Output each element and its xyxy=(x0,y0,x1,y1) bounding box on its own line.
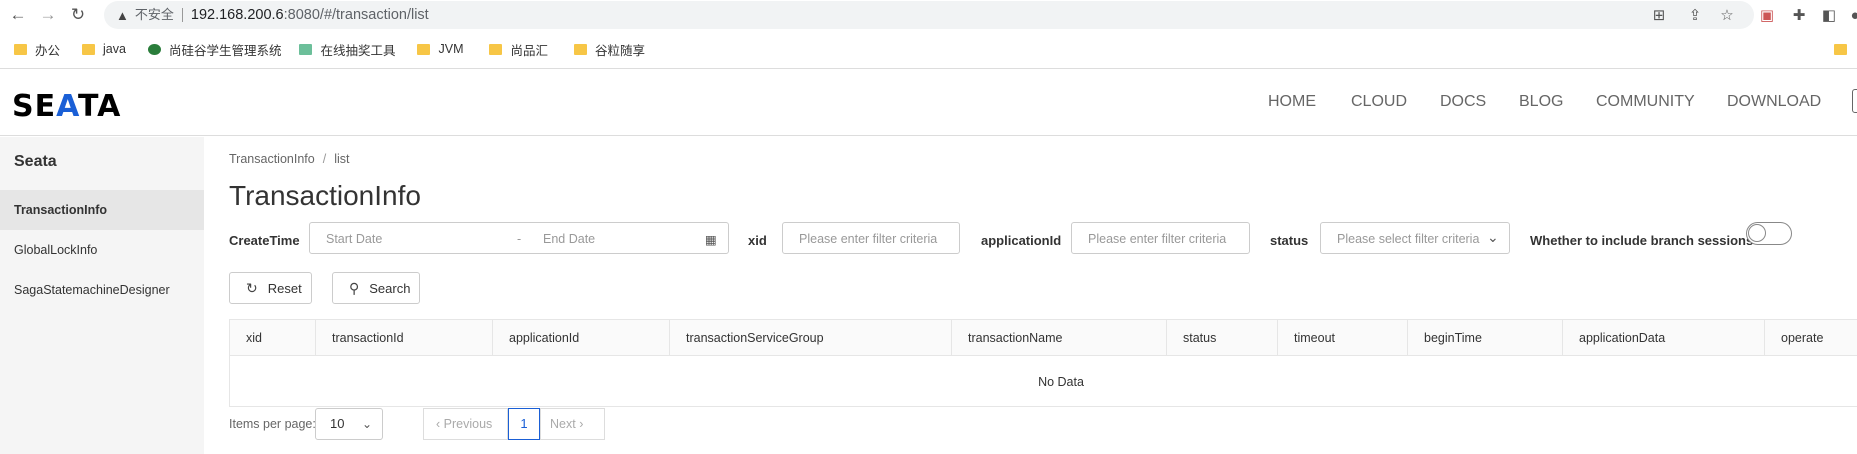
bookmark-folder[interactable]: 尚品汇 xyxy=(489,40,548,59)
folder-icon xyxy=(489,43,503,55)
puzzle-extensions-icon[interactable]: ✚ xyxy=(1788,4,1810,26)
search-icon: ⚲ xyxy=(349,279,360,296)
reset-button[interactable]: ↻ Reset xyxy=(229,272,312,304)
site-favicon-icon xyxy=(147,43,161,55)
bookmark-folder[interactable]: 办公 xyxy=(14,40,60,59)
folder-icon xyxy=(417,43,431,55)
createtime-label: CreateTime xyxy=(229,233,300,248)
breadcrumb-separator: / xyxy=(322,152,327,166)
sidebar-item-globallockinfo[interactable]: GlobalLockInfo xyxy=(0,230,204,270)
bookmark-folder[interactable]: java xyxy=(82,42,126,56)
refresh-icon: ↻ xyxy=(246,279,258,296)
applicationid-label: applicationId xyxy=(981,233,1062,248)
nav-home[interactable]: HOME xyxy=(1268,93,1316,111)
previous-page-button[interactable]: ‹ Previous xyxy=(423,408,508,440)
seata-logo[interactable]: SEATA xyxy=(12,89,121,124)
folder-icon xyxy=(14,43,27,55)
page-1-button[interactable]: 1 xyxy=(508,408,540,440)
nav-blog[interactable]: BLOG xyxy=(1519,93,1563,111)
xid-label: xid xyxy=(748,233,767,248)
folder-icon xyxy=(1834,44,1847,55)
range-separator: - xyxy=(517,232,522,246)
end-date-input[interactable]: End Date xyxy=(543,232,595,246)
breadcrumb: TransactionInfo / list xyxy=(229,152,349,166)
bookmark-star-icon[interactable]: ☆ xyxy=(1716,4,1738,26)
chevron-down-icon: ⌄ xyxy=(361,417,372,431)
start-date-input[interactable]: Start Date xyxy=(326,232,382,246)
column-header-applicationdata: applicationData xyxy=(1562,320,1764,356)
url-path: :8080/#/transaction/list xyxy=(283,7,429,23)
sidebar-title: Seata xyxy=(14,153,57,170)
nav-docs[interactable]: DOCS xyxy=(1440,93,1486,111)
folder-icon xyxy=(574,43,587,55)
status-label: status xyxy=(1270,233,1309,248)
chevron-left-icon: ‹ xyxy=(436,417,441,431)
translate-icon[interactable]: ⊞ xyxy=(1648,4,1670,26)
column-header-transactionname: transactionName xyxy=(951,320,1166,356)
chevron-right-icon: › xyxy=(579,417,584,431)
nav-cloud[interactable]: CLOUD xyxy=(1351,93,1407,111)
bookmarks-bar: 办公 java 尚硅谷学生管理系统 在线抽奖工具 JVM 尚品汇 谷粒随享 xyxy=(0,36,1857,62)
extension-icon[interactable]: ▣ xyxy=(1756,4,1778,26)
share-icon[interactable]: ⇪ xyxy=(1684,4,1706,26)
language-switch[interactable] xyxy=(1852,89,1857,113)
chevron-down-icon: ⌄ xyxy=(1487,229,1499,245)
page-size-select[interactable]: 10 ⌄ xyxy=(315,408,383,440)
empty-state: No Data xyxy=(1038,375,1084,389)
sidebar-item-transactioninfo[interactable]: TransactionInfo xyxy=(0,190,204,230)
branch-sessions-label: Whether to include branch sessions xyxy=(1530,233,1754,248)
back-arrow-icon[interactable]: ← xyxy=(6,3,30,27)
browser-address-bar: ← → ↻ ▲ 不安全 192.168.200.6:8080/#/transac… xyxy=(0,0,1857,30)
bookmark-folder[interactable]: JVM xyxy=(417,42,463,56)
column-header-status: status xyxy=(1166,320,1277,356)
sidebar: Seata TransactionInfo GlobalLockInfo Sag… xyxy=(0,137,204,454)
sidebar-item-sagastatemachinedesigner[interactable]: SagaStatemachineDesigner xyxy=(0,270,204,310)
bookmark-folder[interactable]: 谷粒随享 xyxy=(574,40,645,59)
calendar-icon[interactable]: ▦ xyxy=(705,232,717,247)
breadcrumb-item: list xyxy=(334,152,350,166)
site-favicon-icon xyxy=(299,43,313,55)
column-header-begintime: beginTime xyxy=(1407,320,1562,356)
column-header-transactionservicegroup: transactionServiceGroup xyxy=(669,320,951,356)
search-button[interactable]: ⚲ Search xyxy=(332,272,420,304)
url-host: 192.168.200.6 xyxy=(190,7,284,23)
site-header: SEATA HOME CLOUD DOCS BLOG COMMUNITY DOW… xyxy=(0,68,1857,136)
insecure-label: 不安全 xyxy=(135,8,183,22)
xid-input[interactable]: Please enter filter criteria xyxy=(782,222,960,254)
folder-icon xyxy=(82,43,96,55)
column-header-operate: operate xyxy=(1764,320,1857,356)
table-header: xid transactionId applicationId transact… xyxy=(230,320,1857,356)
warning-icon: ▲ xyxy=(116,7,129,23)
breadcrumb-item[interactable]: TransactionInfo xyxy=(229,152,315,166)
bookmark-link[interactable]: 尚硅谷学生管理系统 xyxy=(147,40,281,59)
column-header-xid: xid xyxy=(246,331,262,345)
date-range-picker[interactable]: Start Date - End Date ▦ xyxy=(309,222,729,254)
nav-community[interactable]: COMMUNITY xyxy=(1596,93,1695,111)
status-select[interactable]: Please select filter criteria ⌄ xyxy=(1320,222,1510,254)
profile-icon[interactable]: ● xyxy=(1844,4,1857,26)
items-per-page-label: Items per page: xyxy=(229,417,316,431)
page-title: TransactionInfo xyxy=(229,180,421,211)
applicationid-input[interactable]: Please enter filter criteria xyxy=(1071,222,1250,254)
nav-download[interactable]: DOWNLOAD xyxy=(1727,93,1821,111)
branch-sessions-toggle[interactable] xyxy=(1746,222,1792,245)
bookmark-link[interactable]: 在线抽奖工具 xyxy=(299,40,395,59)
forward-arrow-icon[interactable]: → xyxy=(36,3,60,27)
column-header-timeout: timeout xyxy=(1277,320,1407,356)
toggle-knob xyxy=(1748,224,1766,242)
column-header-applicationid: applicationId xyxy=(492,320,669,356)
reload-icon[interactable]: ↻ xyxy=(66,3,90,27)
transaction-table: xid transactionId applicationId transact… xyxy=(229,319,1857,407)
next-page-button[interactable]: Next › xyxy=(540,408,605,440)
side-panel-icon[interactable]: ◧ xyxy=(1818,4,1840,26)
column-header-transactionid: transactionId xyxy=(315,320,492,356)
url-field[interactable]: ▲ 不安全 192.168.200.6:8080/#/transaction/l… xyxy=(104,1,1754,29)
